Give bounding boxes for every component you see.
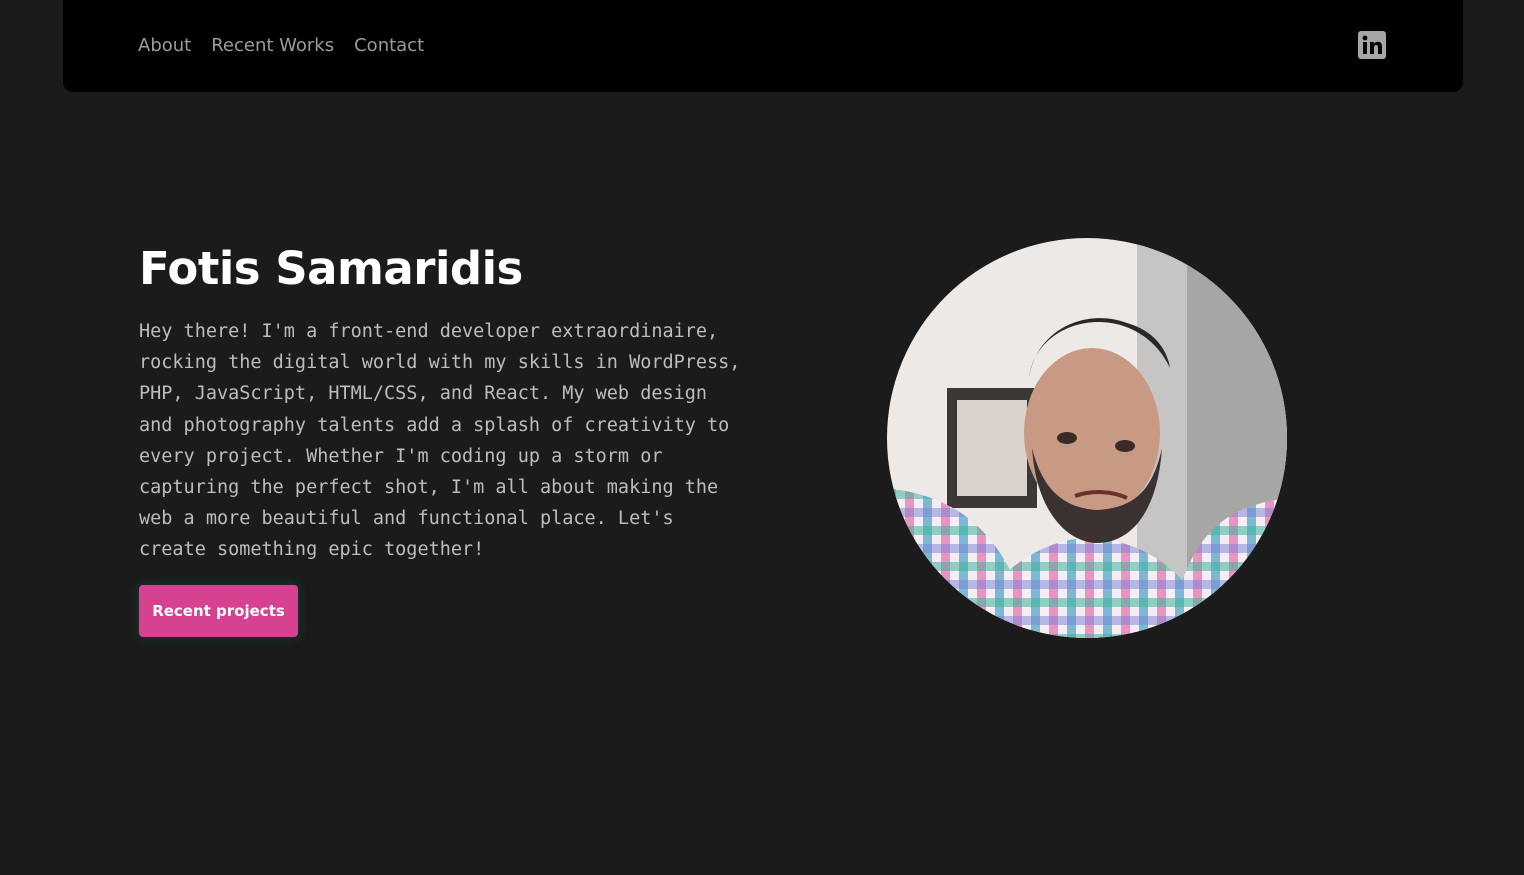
- avatar: [887, 238, 1287, 638]
- hero-title: Fotis Samaridis: [139, 242, 523, 295]
- avatar-photo: [887, 238, 1287, 638]
- nav-link-recent-works[interactable]: Recent Works: [211, 34, 334, 58]
- hero-bio: Hey there! I'm a front-end developer ext…: [139, 321, 741, 561]
- nav-link-contact[interactable]: Contact: [354, 34, 424, 58]
- linkedin-icon[interactable]: [1358, 31, 1386, 59]
- navbar: About Recent Works Contact: [63, 0, 1463, 92]
- nav-links: About Recent Works Contact: [138, 34, 444, 58]
- nav-link-about[interactable]: About: [138, 34, 191, 58]
- recent-projects-button[interactable]: Recent projects: [139, 585, 298, 637]
